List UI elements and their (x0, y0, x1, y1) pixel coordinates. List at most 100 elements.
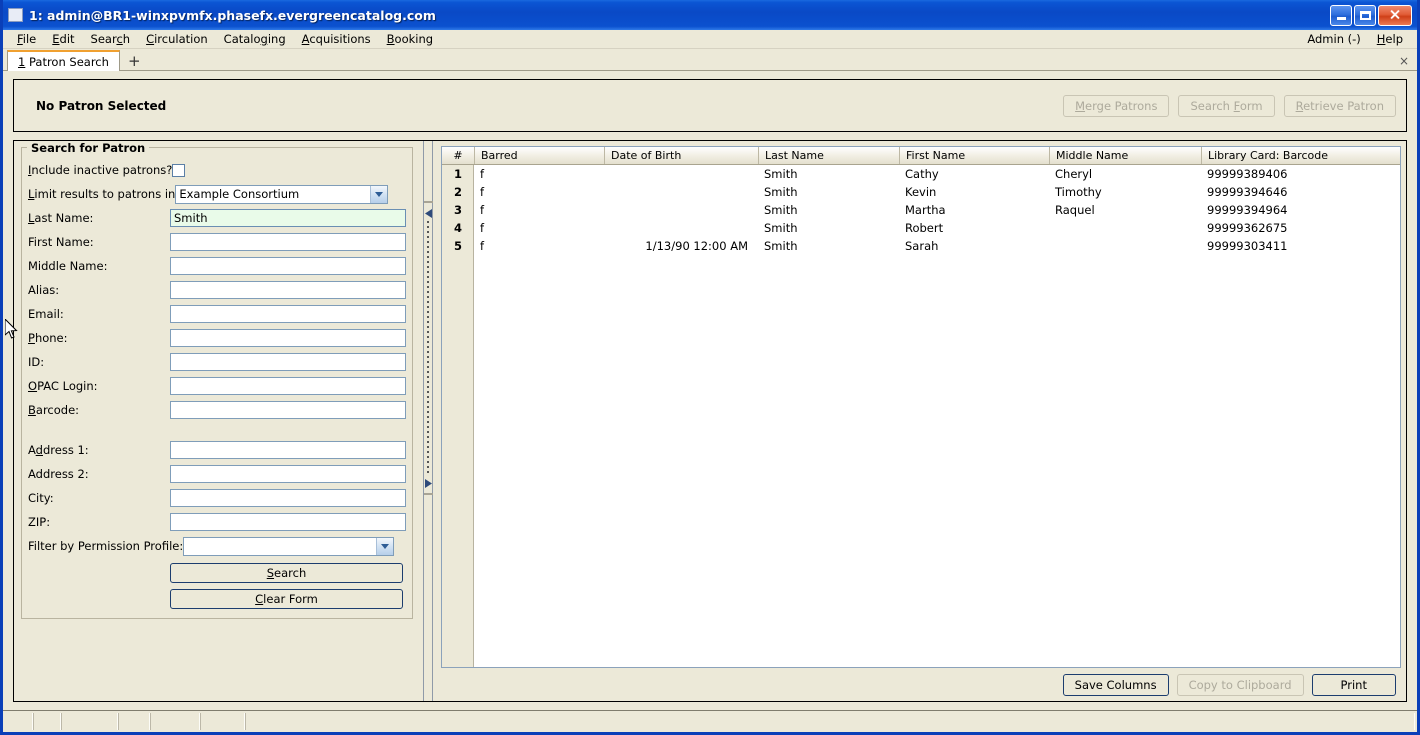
table-row[interactable]: 1 f Smith Cathy Cheryl 99999389406 (442, 165, 1400, 183)
column-header-library-card[interactable]: Library Card: Barcode (1201, 147, 1400, 164)
opac-login-label: OPAC Login: (28, 379, 98, 393)
save-columns-button[interactable]: Save Columns (1062, 673, 1169, 696)
cell-barred: f (480, 167, 485, 181)
clear-form-button[interactable]: Clear Form (170, 589, 403, 609)
menu-cataloging[interactable]: Cataloging (216, 31, 294, 47)
search-for-patron-fieldset: Search for Patron Include inactive patro… (21, 141, 413, 619)
minimize-button[interactable] (1330, 4, 1352, 26)
include-inactive-label: Include inactive patrons? (28, 163, 173, 177)
opac-login-control (170, 377, 406, 395)
menu-search[interactable]: Search (83, 31, 139, 47)
status-segment (150, 713, 200, 730)
tab-patron-search[interactable]: 1 Patron Search (7, 50, 120, 71)
column-header-barred[interactable]: Barred (474, 147, 604, 164)
permission-profile-select[interactable] (183, 536, 395, 556)
barcode-control (170, 401, 406, 419)
menu-admin[interactable]: Admin (-) (1299, 31, 1368, 47)
table-row[interactable]: 5 f 1/13/90 12:00 AM Smith Sarah 9999930… (442, 237, 1400, 255)
zip-input[interactable] (170, 513, 406, 531)
search-form-button[interactable]: Search Form (1178, 94, 1275, 117)
phone-input[interactable] (170, 329, 406, 347)
cell-barred: f (480, 185, 485, 199)
status-segment (118, 713, 150, 730)
search-button-label: earch (274, 566, 307, 580)
column-header-num[interactable]: # (442, 147, 474, 164)
menu-edit-label: dit (59, 32, 75, 46)
collapse-left-icon[interactable] (425, 209, 432, 218)
clear-button-control: Clear Form (170, 585, 406, 609)
cell-first-name: Robert (905, 221, 944, 235)
results-footer: Save Columns Copy to Clipboard Print (436, 668, 1406, 701)
cell-middle-name (1049, 237, 1201, 255)
opac-login-input[interactable] (170, 377, 406, 395)
middle-name-input[interactable] (170, 257, 406, 275)
id-label: ID: (28, 355, 45, 369)
maximize-icon (1359, 10, 1371, 20)
address-2-label: Address 2: (28, 467, 89, 481)
table-row[interactable]: 3 f Smith Martha Raquel 99999394964 (442, 201, 1400, 219)
cell-first-name: Martha (905, 203, 946, 217)
close-tab-button[interactable]: × (1399, 54, 1417, 68)
collapse-right-icon[interactable] (425, 479, 432, 488)
splitter-tick-top (424, 201, 433, 203)
table-row[interactable]: 2 f Smith Kevin Timothy 99999394646 (442, 183, 1400, 201)
include-inactive-control (172, 163, 406, 177)
title-bar: 1: admin@BR1-winxpvmfx.phasefx.evergreen… (3, 0, 1417, 30)
results-grid-body: 1 f Smith Cathy Cheryl 99999389406 2 f S… (442, 165, 1400, 667)
table-row[interactable]: 4 f Smith Robert 99999362675 (442, 219, 1400, 237)
id-input[interactable] (170, 353, 406, 371)
alias-label: Alias: (28, 283, 60, 297)
copy-to-clipboard-button[interactable]: Copy to Clipboard (1176, 673, 1304, 696)
first-name-input[interactable] (170, 233, 406, 251)
phone-control (170, 329, 406, 347)
row-last-name: Last Name: (28, 206, 406, 230)
last-name-input[interactable] (170, 209, 406, 227)
column-header-middle-name[interactable]: Middle Name (1049, 147, 1201, 164)
menu-search-label: Sear (90, 32, 117, 46)
column-header-dob[interactable]: Date of Birth (604, 147, 758, 164)
menu-acquisitions[interactable]: Acquisitions (294, 31, 379, 47)
close-button[interactable]: ✕ (1378, 4, 1412, 26)
email-input[interactable] (170, 305, 406, 323)
row-zip: ZIP: (28, 510, 406, 534)
limit-results-control: Example Consortium (175, 184, 406, 204)
address-1-input[interactable] (170, 441, 406, 459)
address-2-input[interactable] (170, 465, 406, 483)
column-header-first-name[interactable]: First Name (899, 147, 1049, 164)
menu-file[interactable]: File (9, 31, 44, 47)
alias-input[interactable] (170, 281, 406, 299)
cell-dob (604, 219, 758, 237)
menu-help[interactable]: Help (1369, 31, 1411, 47)
cell-dob (604, 165, 758, 183)
menu-edit[interactable]: Edit (44, 31, 82, 47)
org-unit-select[interactable]: Example Consortium (175, 184, 389, 204)
maximize-button[interactable] (1354, 4, 1376, 26)
cell-num: 2 (453, 185, 462, 199)
cell-last-name: Smith (764, 221, 798, 235)
menu-cataloging-label: Catalo (223, 32, 261, 46)
window-title: 1: admin@BR1-winxpvmfx.phasefx.evergreen… (29, 7, 436, 23)
retrieve-patron-button[interactable]: Retrieve Patron (1283, 94, 1396, 117)
include-inactive-checkbox[interactable] (172, 163, 186, 177)
print-button[interactable]: Print (1311, 673, 1396, 696)
search-button[interactable]: Search (170, 563, 403, 583)
cell-dob (604, 183, 758, 201)
row-middle-name: Middle Name: (28, 254, 406, 278)
menu-bar: File Edit Search Circulation Cataloging … (3, 30, 1417, 49)
results-grid: # Barred Date of Birth Last Name First N… (441, 146, 1401, 668)
city-input[interactable] (170, 489, 406, 507)
row-clear-button: Clear Form (28, 584, 406, 610)
alias-control (170, 281, 406, 299)
panel-splitter[interactable] (420, 140, 436, 702)
first-name-label: First Name: (28, 235, 94, 249)
new-tab-button[interactable]: + (120, 54, 149, 69)
merge-patrons-button[interactable]: Merge Patrons (1063, 94, 1170, 117)
row-first-name: First Name: (28, 230, 406, 254)
menu-circulation[interactable]: Circulation (138, 31, 216, 47)
patron-status-label: No Patron Selected (36, 98, 167, 113)
splitter-line-left (423, 141, 424, 701)
menu-booking[interactable]: Booking (379, 31, 441, 47)
barcode-input[interactable] (170, 401, 406, 419)
cell-barred: f (480, 239, 485, 253)
column-header-last-name[interactable]: Last Name (758, 147, 899, 164)
